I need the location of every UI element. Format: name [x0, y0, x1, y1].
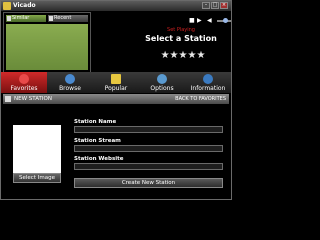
recent-icon — [49, 16, 53, 21]
tab-browse[interactable]: Browse — [47, 72, 93, 93]
section-header: NEW STATION BACK TO FAVORITES — [3, 94, 229, 104]
station-name-input[interactable] — [74, 126, 223, 133]
app-icon — [3, 2, 11, 10]
station-website-input[interactable] — [74, 163, 223, 170]
tab-options-label: Options — [150, 85, 174, 92]
maximize-button[interactable]: □ — [211, 2, 219, 9]
station-website-label: Station Website — [74, 156, 124, 162]
create-station-button[interactable]: Create New Station — [74, 178, 223, 188]
station-stream-label: Station Stream — [74, 138, 121, 144]
tab-popular-label: Popular — [104, 85, 128, 92]
now-playing-panel: ◀ ■ ▶ Set Playing Select a Station ★★★★★ — [91, 12, 231, 72]
tab-options[interactable]: Options — [139, 72, 185, 93]
tab-popular[interactable]: Popular — [93, 72, 139, 93]
close-button[interactable]: × — [220, 2, 228, 9]
volume-knob[interactable] — [223, 18, 228, 23]
main-navigation: Favorites Browse Popular Options Informa… — [1, 72, 231, 93]
tab-recent[interactable]: Recent — [48, 15, 88, 22]
station-list-panel: Similar Recent — [3, 12, 91, 73]
window-title: Vicado — [13, 2, 36, 9]
globe-icon — [65, 74, 75, 84]
set-playing-label: Set Playing — [167, 27, 195, 33]
section-title: NEW STATION — [14, 96, 52, 102]
app-window: Vicado – □ × Similar Recent ◀ ■ ▶ Set Pl… — [0, 0, 232, 200]
rating-stars[interactable]: ★★★★★ — [135, 50, 231, 61]
station-title: Select a Station — [145, 34, 217, 43]
station-name-label: Station Name — [74, 119, 117, 125]
tab-recent-label: Recent — [54, 15, 72, 21]
tab-similar-label: Similar — [12, 15, 30, 21]
play-icon[interactable]: ▶ — [197, 18, 202, 24]
tab-similar[interactable]: Similar — [6, 15, 46, 22]
gear-icon — [157, 74, 167, 84]
tab-information[interactable]: Information — [185, 72, 231, 93]
minimize-button[interactable]: – — [202, 2, 210, 9]
station-list[interactable] — [6, 24, 88, 70]
tab-favorites-label: Favorites — [10, 85, 38, 92]
info-icon — [203, 74, 213, 84]
new-station-form: NEW STATION BACK TO FAVORITES Select Ima… — [3, 93, 229, 198]
tab-browse-label: Browse — [59, 85, 81, 92]
station-image-preview — [13, 125, 61, 173]
back-to-favorites-link[interactable]: BACK TO FAVORITES — [175, 94, 226, 104]
stop-icon[interactable]: ■ — [189, 18, 195, 24]
similar-icon — [7, 16, 11, 21]
title-bar: Vicado – □ × — [1, 1, 231, 11]
tab-favorites[interactable]: Favorites — [1, 72, 47, 93]
heart-icon — [19, 74, 29, 84]
tab-information-label: Information — [190, 85, 226, 92]
speaker-icon[interactable]: ◀ — [207, 18, 212, 24]
station-stream-input[interactable] — [74, 145, 223, 152]
select-image-button[interactable]: Select Image — [13, 173, 61, 183]
star-icon — [111, 74, 121, 84]
station-icon — [5, 96, 11, 102]
